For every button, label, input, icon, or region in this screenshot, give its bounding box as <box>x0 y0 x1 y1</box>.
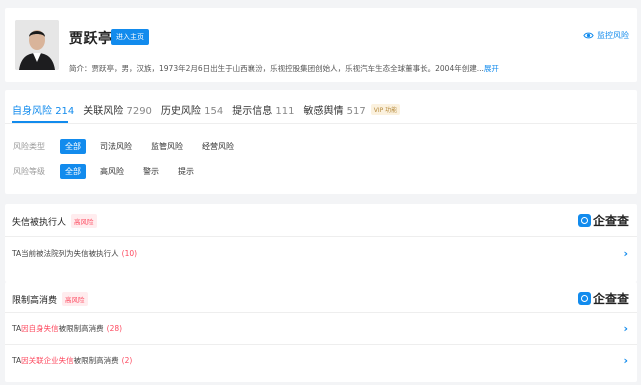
monitor-risk-link[interactable]: 监控风险 <box>583 30 629 41</box>
list-item[interactable]: TA当前被法院列为失信被执行人 (10) › <box>5 238 637 268</box>
profile-card: 贾跃亭 进入主页 监控风险 简介：贾跃亭，男，汉族，1973年2月6日出生于山西… <box>5 8 637 82</box>
row-highlight[interactable]: 因关联企业失信 <box>21 355 74 366</box>
tab-label: 敏感舆情 <box>303 106 344 117</box>
filter-option[interactable]: 提示 <box>173 164 199 179</box>
risk-type-filter: 风险类型 全部 司法风险 监管风险 经营风险 <box>13 139 248 154</box>
person-photo-icon <box>15 20 59 70</box>
filter-option[interactable]: 司法风险 <box>95 139 137 154</box>
qichacha-logo: 企查查 <box>577 212 629 229</box>
qichacha-logo-icon <box>577 214 591 227</box>
filter-option[interactable]: 全部 <box>60 139 86 154</box>
filter-option[interactable]: 监管风险 <box>146 139 188 154</box>
list-item[interactable]: TA 因关联企业失信 被限制高消费 (2) › <box>5 345 637 375</box>
filter-option[interactable]: 警示 <box>138 164 164 179</box>
expand-link[interactable]: 展开 <box>484 64 499 73</box>
eye-icon <box>583 32 594 39</box>
row-count: (28) <box>106 323 123 333</box>
row-text: TA当前被法院列为失信被执行人 <box>12 248 119 258</box>
section-title: 失信被执行人 <box>12 217 67 228</box>
profile-intro: 简介：贾跃亭，男，汉族，1973年2月6日出生于山西襄汾，乐视控股集团创始人，乐… <box>69 63 499 74</box>
tab-sensitive-opinion[interactable]: 敏感舆情 517 <box>303 102 365 117</box>
qichacha-logo-icon <box>577 292 591 305</box>
row-highlight[interactable]: 因自身失信 <box>21 323 59 334</box>
row-count: (2) <box>121 355 133 365</box>
risk-panel: 自身风险 214 关联风险 7290 历史风险 154 提示信息 111 敏感舆… <box>5 90 637 194</box>
tab-tips-info[interactable]: 提示信息 111 <box>232 102 294 117</box>
tab-count: 111 <box>275 106 295 117</box>
risk-type-label: 风险类型 <box>13 142 45 151</box>
section-header: 限制高消费 高风险 <box>12 292 88 306</box>
section-header: 失信被执行人 高风险 <box>12 214 97 228</box>
monitor-risk-label: 监控风险 <box>597 31 629 40</box>
brand-text: 企查查 <box>592 214 629 228</box>
row-suffix: 被限制高消费 <box>58 323 104 333</box>
chevron-right-icon: › <box>623 354 628 367</box>
list-item[interactable]: TA 因自身失信 被限制高消费 (28) › <box>5 313 637 343</box>
risk-level-label: 风险等级 <box>13 167 45 176</box>
section-dishonest-executee: 失信被执行人 高风险 企查查 TA当前被法院列为失信被执行人 (10) › <box>5 204 637 282</box>
intro-text: 简介：贾跃亭，男，汉族，1973年2月6日出生于山西襄汾，乐视控股集团创始人，乐… <box>69 64 484 73</box>
risk-level-badge: 高风险 <box>62 292 88 306</box>
tab-count: 214 <box>55 106 75 117</box>
row-prefix: TA <box>12 355 22 365</box>
row-count: (10) <box>121 248 138 258</box>
row-prefix: TA <box>12 323 22 333</box>
tab-count: 7290 <box>126 106 152 117</box>
chevron-right-icon: › <box>623 322 628 335</box>
tab-self-risk[interactable]: 自身风险 214 <box>12 102 74 117</box>
chevron-right-icon: › <box>623 247 628 260</box>
divider <box>5 123 637 124</box>
risk-level-filter: 风险等级 全部 高风险 警示 提示 <box>13 164 208 179</box>
tab-label: 历史风险 <box>160 106 201 117</box>
row-suffix: 被限制高消费 <box>73 355 119 365</box>
tab-label: 提示信息 <box>232 106 273 117</box>
section-title: 限制高消费 <box>12 295 58 306</box>
tab-label: 关联风险 <box>83 106 124 117</box>
tab-label: 自身风险 <box>12 106 52 117</box>
tab-count: 517 <box>346 106 366 117</box>
risk-tabs: 自身风险 214 关联风险 7290 历史风险 154 提示信息 111 敏感舆… <box>12 102 401 117</box>
divider <box>5 236 637 237</box>
filter-option[interactable]: 全部 <box>60 164 86 179</box>
brand-text: 企查查 <box>592 292 629 306</box>
section-consumption-restriction: 限制高消费 高风险 企查查 TA 因自身失信 被限制高消费 (28) › TA 因关联… <box>5 282 637 382</box>
qichacha-logo: 企查查 <box>577 290 629 307</box>
filter-option[interactable]: 高风险 <box>95 164 129 179</box>
vip-badge: VIP 功能 <box>370 104 401 115</box>
filter-option[interactable]: 经营风险 <box>197 139 239 154</box>
avatar <box>15 20 59 70</box>
risk-level-badge: 高风险 <box>71 214 97 228</box>
page: 贾跃亭 进入主页 监控风险 简介：贾跃亭，男，汉族，1973年2月6日出生于山西… <box>0 0 641 385</box>
tab-count: 154 <box>204 106 224 117</box>
home-button[interactable]: 进入主页 <box>111 29 149 45</box>
person-name: 贾跃亭 <box>69 31 113 47</box>
tab-history-risk[interactable]: 历史风险 154 <box>161 102 223 117</box>
tab-related-risk[interactable]: 关联风险 7290 <box>83 102 152 117</box>
